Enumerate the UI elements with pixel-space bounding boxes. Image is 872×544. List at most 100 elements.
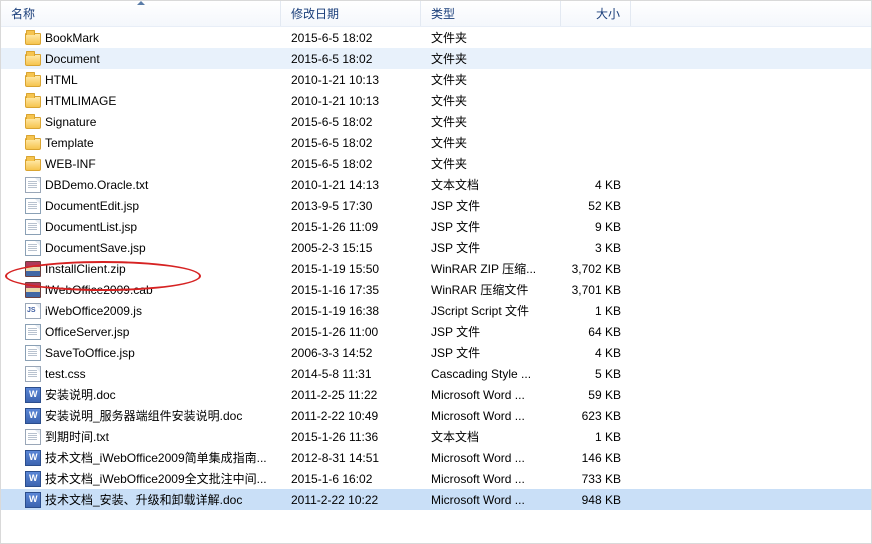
file-name-cell[interactable]: 安装说明_服务器端组件安装说明.doc [1,407,281,424]
file-size-cell: 4 KB [561,178,631,192]
file-size-cell: 3 KB [561,241,631,255]
file-name-cell[interactable]: iWebOffice2009.cab [1,282,281,298]
file-size-cell: 733 KB [561,472,631,486]
file-name-cell[interactable]: BookMark [1,30,281,45]
file-name-cell[interactable]: Signature [1,114,281,129]
file-date-cell: 2015-6-5 18:02 [281,31,421,45]
folder-icon [25,117,41,129]
file-name-cell[interactable]: WEB-INF [1,156,281,171]
file-name-cell[interactable]: Document [1,51,281,66]
file-list: BookMark2015-6-5 18:02文件夹Document2015-6-… [1,27,871,510]
file-row[interactable]: BookMark 2015-6-5 18:02文件夹 [1,27,871,48]
file-row[interactable]: HTMLIMAGE2010-1-21 10:13文件夹 [1,90,871,111]
file-name-cell[interactable]: 安装说明.doc [1,386,281,403]
file-row[interactable]: 到期时间.txt2015-1-26 11:36文本文档1 KB [1,426,871,447]
file-name-cell[interactable]: iWebOffice2009.js [1,303,281,319]
file-size-cell: 52 KB [561,199,631,213]
js-icon [25,303,41,319]
file-row[interactable]: iWebOffice2009.cab2015-1-16 17:35WinRAR … [1,279,871,300]
file-name-cell[interactable]: InstallClient.zip [1,261,281,277]
file-size-cell: 623 KB [561,409,631,423]
file-name-label: DocumentEdit.jsp [45,199,139,213]
file-type-cell: WinRAR 压缩文件 [421,281,561,298]
column-header-type[interactable]: 类型 [421,1,561,26]
file-date-cell: 2015-1-6 16:02 [281,472,421,486]
file-row[interactable]: 安装说明.doc2011-2-25 11:22Microsoft Word ..… [1,384,871,405]
file-date-cell: 2015-6-5 18:02 [281,52,421,66]
file-name-label: test.css [45,367,86,381]
file-type-cell: JSP 文件 [421,323,561,340]
file-type-cell: 文件夹 [421,29,561,46]
doc-icon [25,408,41,424]
column-header-size[interactable]: 大小 [561,1,631,26]
file-icon [25,429,41,445]
file-name-cell[interactable]: Template [1,135,281,150]
column-header-name[interactable]: 名称 [1,1,281,26]
file-date-cell: 2006-3-3 14:52 [281,346,421,360]
file-name-cell[interactable]: 到期时间.txt [1,428,281,445]
css-icon [25,366,41,382]
file-name-cell[interactable]: OfficeServer.jsp [1,324,281,340]
file-name-cell[interactable]: 技术文档_iWebOffice2009简单集成指南... [1,449,281,466]
file-name-label: 技术文档_iWebOffice2009全文批注中间... [45,470,267,487]
doc-icon [25,492,41,508]
rar-icon [25,282,41,298]
file-row[interactable]: DocumentSave.jsp2005-2-3 15:15JSP 文件3 KB [1,237,871,258]
file-name-cell[interactable]: 技术文档_iWebOffice2009全文批注中间... [1,470,281,487]
doc-icon [25,471,41,487]
file-name-cell[interactable]: SaveToOffice.jsp [1,345,281,361]
file-size-cell: 59 KB [561,388,631,402]
file-row[interactable]: Signature2015-6-5 18:02文件夹 [1,111,871,132]
file-date-cell: 2015-6-5 18:02 [281,157,421,171]
file-row[interactable]: HTML2010-1-21 10:13文件夹 [1,69,871,90]
file-type-cell: 文本文档 [421,176,561,193]
file-name-label: OfficeServer.jsp [45,325,129,339]
file-name-label: BookMark [45,31,99,45]
jsp-icon [25,345,41,361]
sort-ascending-icon [137,1,145,5]
file-type-cell: JSP 文件 [421,344,561,361]
file-row[interactable]: OfficeServer.jsp2015-1-26 11:00JSP 文件64 … [1,321,871,342]
file-row[interactable]: Document2015-6-5 18:02文件夹 [1,48,871,69]
file-name-cell[interactable]: HTML [1,72,281,87]
file-row[interactable]: InstallClient.zip2015-1-19 15:50WinRAR Z… [1,258,871,279]
file-row[interactable]: 技术文档_iWebOffice2009简单集成指南...2012-8-31 14… [1,447,871,468]
file-date-cell: 2015-6-5 18:02 [281,115,421,129]
file-date-cell: 2015-1-19 15:50 [281,262,421,276]
file-name-cell[interactable]: DocumentEdit.jsp [1,198,281,214]
file-name-label: DocumentList.jsp [45,220,137,234]
rar-icon [25,261,41,277]
file-row[interactable]: DBDemo.Oracle.txt2010-1-21 14:13文本文档4 KB [1,174,871,195]
file-row[interactable]: DocumentList.jsp2015-1-26 11:09JSP 文件9 K… [1,216,871,237]
file-row[interactable]: iWebOffice2009.js2015-1-19 16:38JScript … [1,300,871,321]
file-name-cell[interactable]: DocumentSave.jsp [1,240,281,256]
file-row[interactable]: 安装说明_服务器端组件安装说明.doc2011-2-22 10:49Micros… [1,405,871,426]
file-type-cell: Microsoft Word ... [421,388,561,402]
file-row[interactable]: WEB-INF2015-6-5 18:02文件夹 [1,153,871,174]
file-name-cell[interactable]: DBDemo.Oracle.txt [1,177,281,193]
column-header-date[interactable]: 修改日期 [281,1,421,26]
folder-icon [25,159,41,171]
folder-icon [25,54,41,66]
file-name-cell[interactable]: 技术文档_安装、升级和卸载详解.doc [1,491,281,508]
file-name-cell[interactable]: HTMLIMAGE [1,93,281,108]
file-name-label: InstallClient.zip [45,262,126,276]
file-type-cell: 文件夹 [421,92,561,109]
file-row[interactable]: 技术文档_安装、升级和卸载详解.doc2011-2-22 10:22Micros… [1,489,871,510]
file-name-label: 安装说明_服务器端组件安装说明.doc [45,407,242,424]
file-date-cell: 2015-1-16 17:35 [281,283,421,297]
file-row[interactable]: 技术文档_iWebOffice2009全文批注中间... 2015-1-6 16:… [1,468,871,489]
file-size-cell: 3,701 KB [561,283,631,297]
file-date-cell: 2011-2-22 10:22 [281,493,421,507]
file-row[interactable]: SaveToOffice.jsp2006-3-3 14:52JSP 文件4 KB [1,342,871,363]
file-name-cell[interactable]: test.css [1,366,281,382]
file-row[interactable]: DocumentEdit.jsp2013-9-5 17:30JSP 文件52 K… [1,195,871,216]
file-row[interactable]: test.css2014-5-8 11:31Cascading Style ..… [1,363,871,384]
file-name-cell[interactable]: DocumentList.jsp [1,219,281,235]
file-type-cell: 文件夹 [421,71,561,88]
file-name-label: Signature [45,115,96,129]
column-header-size-label: 大小 [596,5,620,22]
file-date-cell: 2011-2-22 10:49 [281,409,421,423]
file-row[interactable]: Template2015-6-5 18:02文件夹 [1,132,871,153]
file-type-cell: 文件夹 [421,155,561,172]
